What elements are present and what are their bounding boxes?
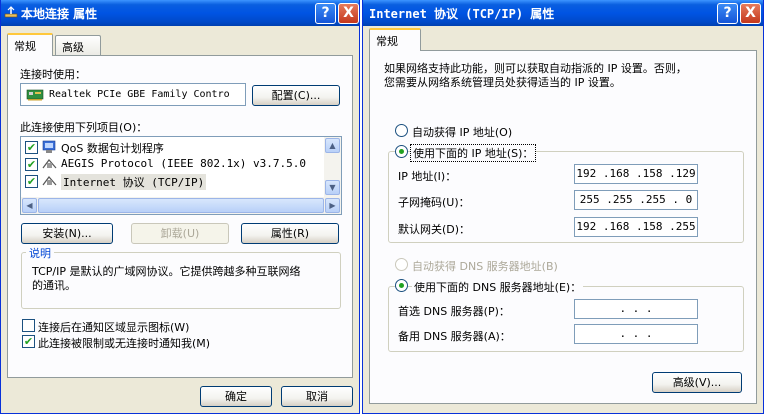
- subnet-mask-label: 子网掩码(U)：: [398, 196, 470, 209]
- install-button[interactable]: 安装(N)...: [21, 223, 113, 244]
- ip-address-label: IP 地址(I)：: [398, 170, 457, 183]
- network-adapter-icon: [26, 89, 44, 101]
- connection-items-list[interactable]: ✔ QoS 数据包计划程序 ✔ AEGIS Protocol (IEEE 802…: [20, 136, 342, 215]
- intro-text-line2: 您需要从网络系统管理员处获得适当的 IP 设置。: [384, 76, 621, 89]
- cancel-button[interactable]: 取消: [281, 386, 353, 407]
- show-icon-label[interactable]: 连接后在通知区域显示图标(W): [38, 319, 189, 335]
- manual-ip-label[interactable]: 使用下面的 IP 地址(S)：: [410, 144, 537, 162]
- advanced-button[interactable]: 高级(V)...: [652, 372, 742, 393]
- scroll-right-icon[interactable]: ▶: [325, 198, 340, 213]
- tab-general[interactable]: 常规: [369, 28, 421, 51]
- qos-scheduler-icon: [42, 140, 56, 153]
- tcpip-properties-window: Internet 协议 (TCP/IP) 属性 ? X 常规 如果网络支持此功能…: [362, 0, 764, 414]
- auto-dns-radio[interactable]: [395, 258, 408, 271]
- help-button[interactable]: ?: [717, 3, 738, 24]
- adapter-name: Realtek PCIe GBE Family Contro: [49, 89, 230, 100]
- auto-dns-label[interactable]: 自动获得 DNS 服务器地址(B): [412, 258, 558, 274]
- list-item[interactable]: ✔ AEGIS Protocol (IEEE 802.1x) v3.7.5.0: [25, 156, 325, 173]
- description-text-line2: 的通讯。: [32, 279, 76, 292]
- scroll-up-icon[interactable]: ▲: [325, 138, 340, 153]
- network-connection-icon: [4, 6, 18, 18]
- list-item-label: QoS 数据包计划程序: [61, 142, 164, 155]
- alternate-dns-field[interactable]: . . .: [574, 324, 698, 344]
- close-button[interactable]: X: [338, 3, 359, 24]
- close-button[interactable]: X: [740, 3, 761, 24]
- general-tab-panel: 连接时使用： Realtek PCIe GBE Family Contro 配置…: [7, 55, 353, 378]
- help-button[interactable]: ?: [315, 3, 336, 24]
- protocol-icon: [42, 176, 57, 186]
- list-item-label: AEGIS Protocol (IEEE 802.1x) v3.7.5.0: [61, 157, 307, 170]
- configure-button[interactable]: 配置(C)...: [252, 85, 340, 106]
- list-item[interactable]: ✔ QoS 数据包计划程序: [25, 139, 325, 156]
- scroll-down-icon[interactable]: ▼: [325, 180, 340, 195]
- adapter-field: Realtek PCIe GBE Family Contro: [20, 83, 246, 106]
- scroll-left-icon[interactable]: ◀: [22, 198, 37, 213]
- manual-dns-radio[interactable]: [395, 279, 408, 292]
- uninstall-button[interactable]: 卸载(U): [131, 223, 229, 244]
- default-gateway-field[interactable]: 192 .168 .158 .255: [574, 217, 698, 237]
- notify-checkbox[interactable]: ✔: [22, 335, 35, 348]
- alternate-dns-label: 备用 DNS 服务器(A)：: [398, 330, 511, 343]
- preferred-dns-label: 首选 DNS 服务器(P)：: [398, 305, 510, 318]
- subnet-mask-field[interactable]: 255 .255 .255 . 0: [574, 190, 698, 210]
- connect-using-label: 连接时使用：: [20, 68, 86, 81]
- protocol-icon: [42, 159, 57, 169]
- general-tab-panel: 如果网络支持此功能，则可以获取自动指派的 IP 设置。否则， 您需要从网络系统管…: [369, 50, 757, 404]
- ip-address-field[interactable]: 192 .168 .158 .129: [574, 164, 698, 184]
- title-bar[interactable]: Internet 协议 (TCP/IP) 属性 ? X: [363, 0, 763, 26]
- default-gateway-label: 默认网关(D)：: [398, 223, 471, 236]
- title-bar[interactable]: 本地连接 属性 ? X: [1, 0, 359, 26]
- notify-label[interactable]: 此连接被限制或无连接时通知我(M): [38, 335, 210, 351]
- local-connection-properties-window: 本地连接 属性 ? X 常规 高级 连接时使用： Realtek PCIe GB…: [0, 0, 360, 414]
- window-title: 本地连接 属性: [21, 7, 98, 21]
- manual-dns-label[interactable]: 使用下面的 DNS 服务器地址(E)：: [412, 279, 584, 295]
- show-icon-checkbox[interactable]: [22, 319, 35, 332]
- ok-button[interactable]: 确定: [200, 386, 272, 407]
- items-label: 此连接使用下列项目(O)：: [20, 121, 148, 134]
- window-title: Internet 协议 (TCP/IP) 属性: [369, 7, 555, 21]
- aegis-checkbox[interactable]: ✔: [25, 158, 38, 171]
- auto-ip-radio[interactable]: [395, 124, 408, 137]
- tcpip-checkbox[interactable]: ✔: [25, 175, 38, 188]
- manual-ip-radio[interactable]: [395, 145, 408, 158]
- list-item-label: Internet 协议 (TCP/IP): [61, 174, 207, 190]
- qos-checkbox[interactable]: ✔: [25, 141, 38, 154]
- properties-button[interactable]: 属性(R): [241, 223, 339, 244]
- scroll-thumb[interactable]: [38, 198, 324, 213]
- list-item[interactable]: ✔ Internet 协议 (TCP/IP): [25, 173, 325, 190]
- horizontal-scrollbar[interactable]: ◀ ▶: [21, 197, 341, 214]
- description-title: 说明: [26, 245, 54, 261]
- auto-ip-label[interactable]: 自动获得 IP 地址(O): [412, 124, 512, 140]
- tab-general[interactable]: 常规: [7, 33, 53, 56]
- tab-advanced[interactable]: 高级: [55, 35, 101, 55]
- vertical-scrollbar[interactable]: ▲ ▼: [324, 137, 341, 197]
- preferred-dns-field[interactable]: . . .: [574, 299, 698, 319]
